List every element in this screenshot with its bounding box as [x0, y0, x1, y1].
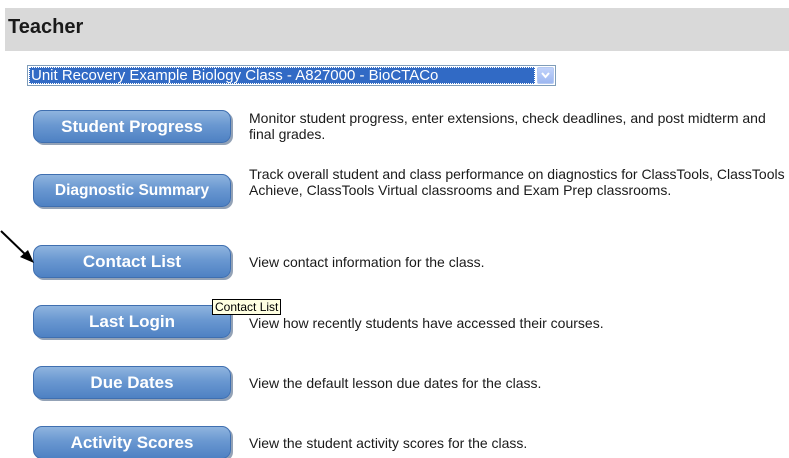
- teacher-page: Teacher Unit Recovery Example Biology Cl…: [0, 0, 789, 458]
- student-progress-button[interactable]: Student Progress: [33, 110, 231, 143]
- diagnostic-summary-button[interactable]: Diagnostic Summary: [33, 174, 231, 207]
- header-bar: Teacher: [5, 8, 789, 51]
- diagnostic-summary-description: Track overall student and class performa…: [249, 166, 785, 198]
- class-select-value[interactable]: Unit Recovery Example Biology Class - A8…: [29, 67, 535, 84]
- tooltip: Contact List: [212, 299, 282, 315]
- activity-scores-description: View the student activity scores for the…: [249, 435, 528, 451]
- due-dates-description: View the default lesson due dates for th…: [249, 375, 542, 391]
- due-dates-button[interactable]: Due Dates: [33, 366, 231, 399]
- pointer-arrow-icon: [0, 230, 34, 263]
- contact-list-button[interactable]: Contact List: [33, 245, 231, 278]
- chevron-down-icon: [541, 72, 550, 79]
- activity-scores-button[interactable]: Activity Scores: [33, 426, 231, 458]
- dropdown-button[interactable]: [537, 67, 554, 84]
- student-progress-description: Monitor student progress, enter extensio…: [249, 110, 766, 142]
- page-title: Teacher: [8, 16, 84, 38]
- contact-list-description: View contact information for the class.: [249, 254, 485, 270]
- last-login-button[interactable]: Last Login: [33, 305, 231, 338]
- last-login-description: View how recently students have accessed…: [249, 315, 604, 331]
- class-select[interactable]: Unit Recovery Example Biology Class - A8…: [27, 65, 556, 86]
